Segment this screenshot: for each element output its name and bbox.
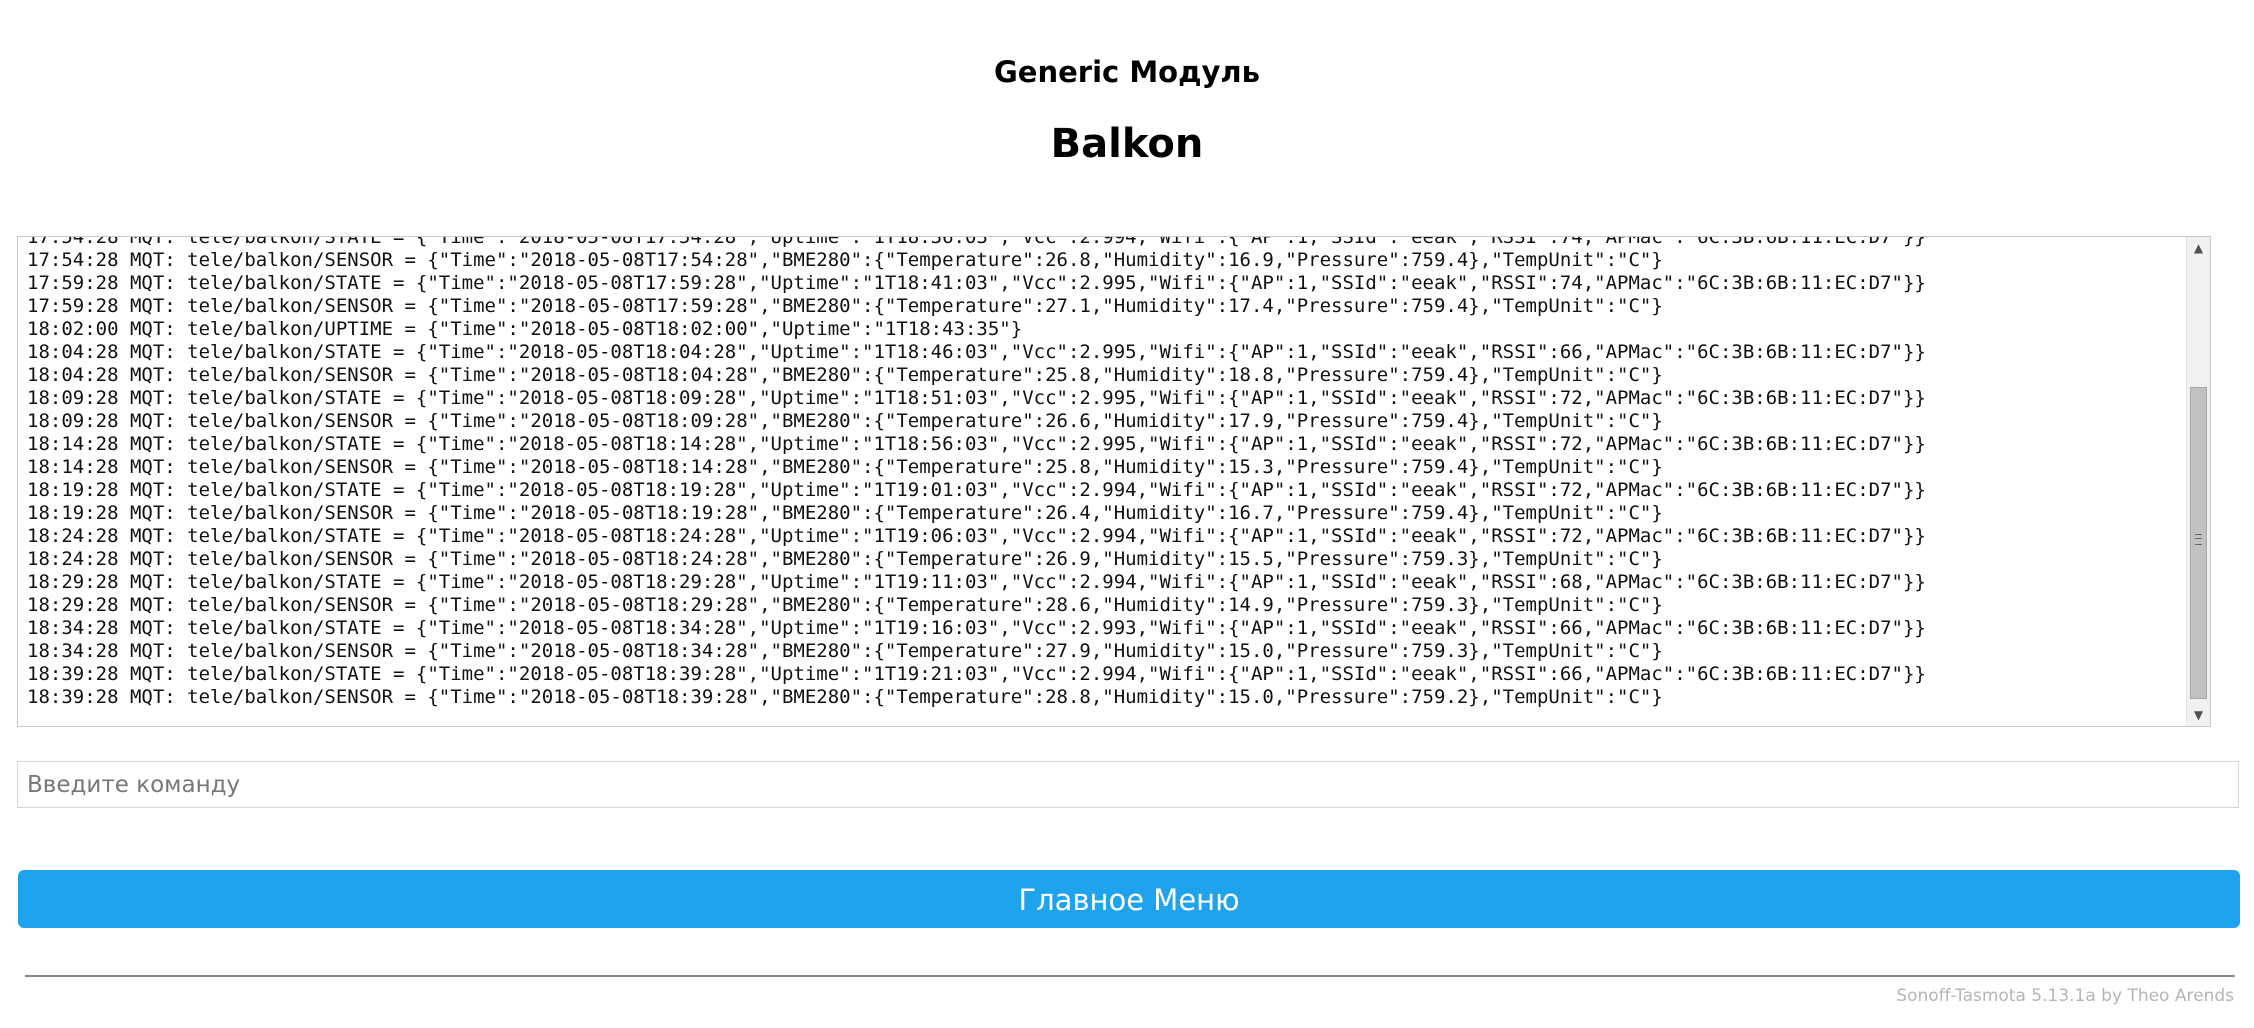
console-line: 18:34:28 MQT: tele/balkon/SENSOR = {"Tim…	[27, 640, 1663, 662]
console-line: 18:24:28 MQT: tele/balkon/STATE = {"Time…	[27, 525, 1926, 547]
console-line: 18:29:28 MQT: tele/balkon/SENSOR = {"Tim…	[27, 594, 1663, 616]
console-line: 17:54:28 MQT: tele/balkon/STATE = {"Time…	[27, 236, 1926, 248]
console-line: 17:59:28 MQT: tele/balkon/STATE = {"Time…	[27, 272, 1926, 294]
console-line: 18:02:00 MQT: tele/balkon/UPTIME = {"Tim…	[27, 318, 1023, 340]
scroll-thumb[interactable]	[2190, 387, 2207, 699]
console-line: 18:14:28 MQT: tele/balkon/STATE = {"Time…	[27, 433, 1926, 455]
console-line: 18:39:28 MQT: tele/balkon/SENSOR = {"Tim…	[27, 686, 1663, 708]
scroll-up-arrow-icon[interactable]: ▲	[2187, 237, 2210, 259]
console-log[interactable]: 17:54:28 MQT: tele/balkon/STATE = {"Time…	[17, 236, 2211, 727]
grip-icon	[2195, 534, 2202, 545]
console-line: 18:19:28 MQT: tele/balkon/SENSOR = {"Tim…	[27, 502, 1663, 524]
device-name: Balkon	[1050, 121, 1204, 167]
main-menu-button[interactable]: Главное Меню	[18, 870, 2240, 928]
footer-credit: Sonoff-Tasmota 5.13.1a by Theo Arends	[1896, 986, 2234, 1006]
console-line: 17:54:28 MQT: tele/balkon/SENSOR = {"Tim…	[27, 249, 1663, 271]
console-line: 18:34:28 MQT: tele/balkon/STATE = {"Time…	[27, 617, 1926, 639]
console-line: 18:09:28 MQT: tele/balkon/SENSOR = {"Tim…	[27, 410, 1663, 432]
console-line: 18:04:28 MQT: tele/balkon/SENSOR = {"Tim…	[27, 364, 1663, 386]
scroll-down-arrow-icon[interactable]: ▼	[2187, 704, 2210, 726]
console-line: 18:09:28 MQT: tele/balkon/STATE = {"Time…	[27, 387, 1926, 409]
console-line: 17:59:28 MQT: tele/balkon/SENSOR = {"Tim…	[27, 295, 1663, 317]
console-line: 18:39:28 MQT: tele/balkon/STATE = {"Time…	[27, 663, 1926, 685]
console-line: 18:19:28 MQT: tele/balkon/STATE = {"Time…	[27, 479, 1926, 501]
console-lines: 17:54:28 MQT: tele/balkon/STATE = {"Time…	[27, 236, 1926, 709]
console-scrollbar[interactable]: ▲ ▼	[2186, 237, 2210, 726]
console-line: 18:14:28 MQT: tele/balkon/SENSOR = {"Tim…	[27, 456, 1663, 478]
console-line: 18:24:28 MQT: tele/balkon/SENSOR = {"Tim…	[27, 548, 1663, 570]
command-input[interactable]	[17, 761, 2239, 808]
footer-divider	[25, 975, 2235, 977]
console-line: 18:29:28 MQT: tele/balkon/STATE = {"Time…	[27, 571, 1926, 593]
console-line: 18:04:28 MQT: tele/balkon/STATE = {"Time…	[27, 341, 1926, 363]
module-title: Generic Модуль	[994, 55, 1260, 89]
